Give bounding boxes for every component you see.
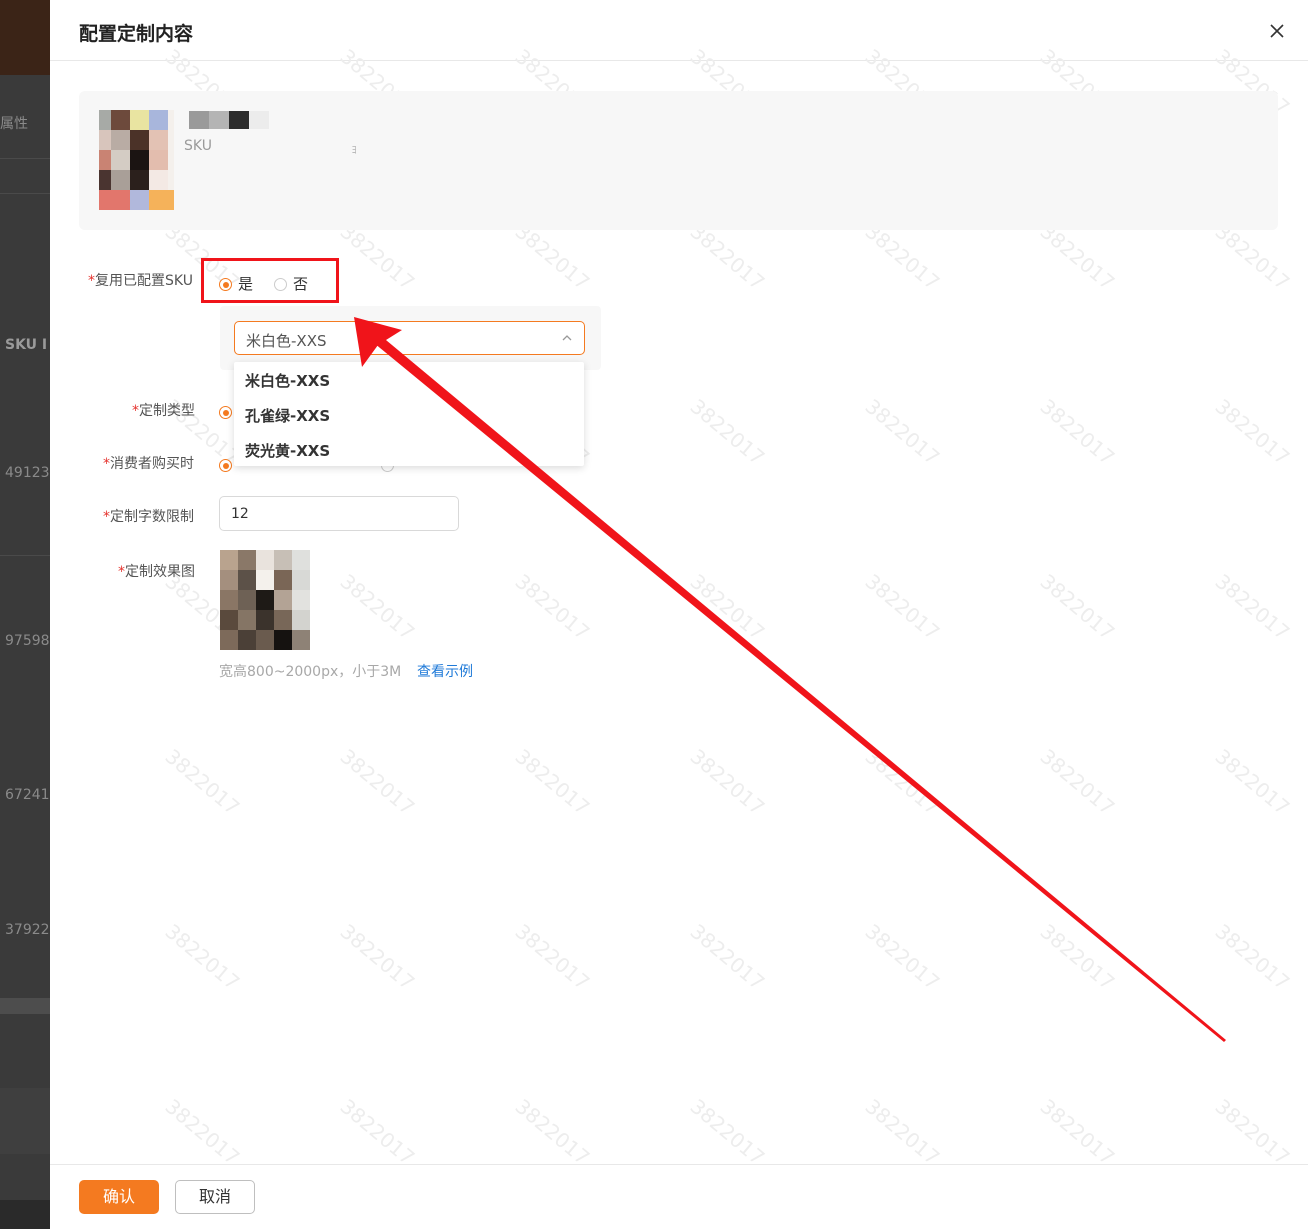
limit-input[interactable]: 12 xyxy=(219,496,459,531)
background-page: 属性 SKU I 49123 97598 67241 37922 xyxy=(0,0,50,1229)
watermark-text: 3822017 xyxy=(685,744,770,820)
background-sku-header: SKU I xyxy=(5,337,48,353)
background-bar xyxy=(0,1088,50,1154)
divider xyxy=(0,193,50,194)
watermark-text: 3822017 xyxy=(1035,569,1120,645)
watermark-text: 3822017 xyxy=(510,744,595,820)
watermark-text: 3822017 xyxy=(1210,219,1295,295)
required-mark: * xyxy=(103,456,110,472)
buyer-label: *消费者购买时 xyxy=(103,456,194,472)
watermark-text: 3822017 xyxy=(685,569,770,645)
sku-option[interactable]: 米白色-XXS xyxy=(245,370,330,391)
watermark-text: 3822017 xyxy=(510,919,595,995)
divider xyxy=(0,158,50,159)
watermark-text: 3822017 xyxy=(1035,1094,1120,1170)
background-bar xyxy=(0,998,50,1014)
dialog-header: 配置定制内容 xyxy=(50,0,1308,61)
watermark-text: 3822017 xyxy=(160,744,245,820)
sku-option[interactable]: 孔雀绿-XXS xyxy=(245,405,330,426)
background-row-id: 37922 xyxy=(5,922,50,938)
watermark-text: 3822017 xyxy=(1210,1094,1295,1170)
dialog-title: 配置定制内容 xyxy=(79,23,194,45)
watermark-text: 3822017 xyxy=(160,1094,245,1170)
product-name-mosaic xyxy=(189,111,269,129)
watermark-text: 3822017 xyxy=(685,394,770,470)
annotation-highlight-box xyxy=(201,258,339,303)
sku-option[interactable]: 荧光黄-XXS xyxy=(245,440,330,461)
sku-select[interactable]: 米白色-XXS xyxy=(234,321,585,355)
watermark-text: 3822017 xyxy=(335,744,420,820)
divider xyxy=(0,555,50,556)
background-attr-label: 属性 xyxy=(0,116,28,132)
custom-type-label: *定制类型 xyxy=(132,403,195,419)
watermark-text: 3822017 xyxy=(860,569,945,645)
watermark-text: 3822017 xyxy=(510,569,595,645)
watermark-text: 3822017 xyxy=(510,219,595,295)
watermark-text: 3822017 xyxy=(335,919,420,995)
watermark-text: 3822017 xyxy=(335,1094,420,1170)
limit-input-value: 12 xyxy=(231,506,249,522)
required-mark: * xyxy=(118,564,125,580)
watermark-text: 3822017 xyxy=(1210,919,1295,995)
config-dialog: 配置定制内容 3822017 3822017 3822017 3822017 38220… xyxy=(50,0,1308,1229)
watermark-text: 3822017 xyxy=(685,1094,770,1170)
background-row-id: 67241 xyxy=(5,787,50,803)
radio-checked-icon xyxy=(219,406,232,419)
background-row-id: 97598 xyxy=(5,633,50,649)
required-mark: * xyxy=(103,509,110,525)
effect-image-label: *定制效果图 xyxy=(118,564,195,580)
watermark-text: 3822017 xyxy=(860,1094,945,1170)
required-mark: * xyxy=(132,403,139,419)
watermark-text: 3822017 xyxy=(160,919,245,995)
watermark-text: 3822017 xyxy=(685,219,770,295)
watermark-text: 3822017 xyxy=(1210,744,1295,820)
watermark-text: 3822017 xyxy=(510,1094,595,1170)
confirm-button[interactable]: 确认 xyxy=(79,1180,159,1214)
watermark-text: 3822017 xyxy=(1035,919,1120,995)
watermark-text: 3822017 xyxy=(685,919,770,995)
chevron-up-icon xyxy=(562,335,572,341)
effect-image-preview[interactable] xyxy=(220,550,310,650)
watermark-text: 3822017 xyxy=(1210,569,1295,645)
product-thumbnail xyxy=(99,110,174,210)
watermark-text: 3822017 xyxy=(1210,394,1295,470)
product-card: SKU ｮ xyxy=(79,91,1278,230)
watermark-text: 3822017 xyxy=(860,394,945,470)
radio-checked-icon xyxy=(219,459,232,472)
watermark-text: 3822017 xyxy=(1035,744,1120,820)
watermark-text: 3822017 xyxy=(860,744,945,820)
cancel-button[interactable]: 取消 xyxy=(175,1180,255,1214)
watermark-text: 3822017 xyxy=(860,919,945,995)
view-example-link[interactable]: 查看示例 xyxy=(417,661,473,681)
sku-select-value: 米白色-XXS xyxy=(246,332,327,350)
sku-dropdown: 米白色-XXS 孔雀绿-XXS 荧光黄-XXS xyxy=(234,362,584,466)
required-mark: * xyxy=(88,273,95,289)
effect-image-hint: 宽高800~2000px，小于3M xyxy=(219,664,402,680)
background-bar xyxy=(0,1200,50,1229)
close-icon[interactable] xyxy=(1268,22,1286,40)
watermark-text: 3822017 xyxy=(860,219,945,295)
sku-label: SKU xyxy=(184,138,212,154)
watermark-text: 3822017 xyxy=(1035,219,1120,295)
background-row-id: 49123 xyxy=(5,465,50,481)
watermark-text: 3822017 xyxy=(335,569,420,645)
reuse-sku-label: *复用已配置SKU xyxy=(88,273,193,289)
sku-value-tail: ｮ xyxy=(351,142,358,157)
watermark-text: 3822017 xyxy=(1035,394,1120,470)
watermark-text: 3822017 xyxy=(335,219,420,295)
background-banner xyxy=(0,0,50,75)
limit-label: *定制字数限制 xyxy=(103,509,194,525)
